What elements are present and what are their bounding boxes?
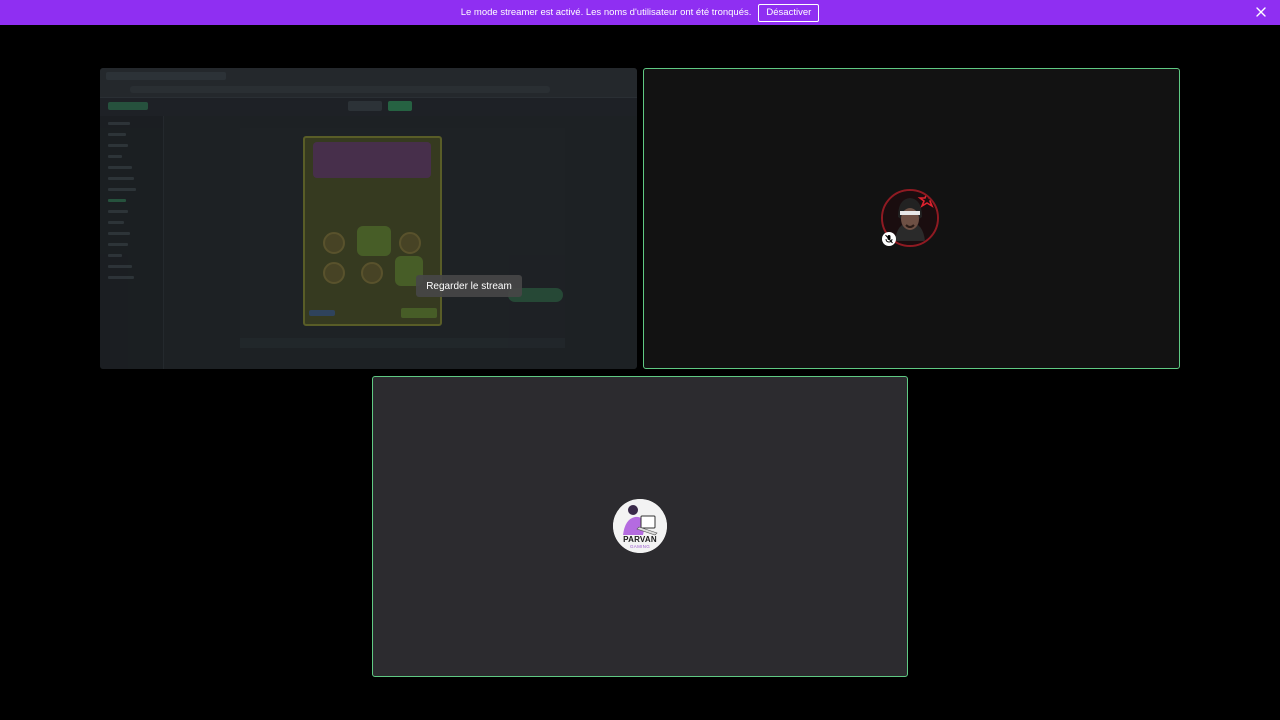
banner-close-button[interactable] xyxy=(1254,5,1268,19)
disable-streamer-mode-button[interactable]: Désactiver xyxy=(758,3,820,22)
streamer-mode-banner: Le mode streamer est activé. Les noms d'… xyxy=(0,0,1280,25)
banner-message: Le mode streamer est activé. Les noms d'… xyxy=(460,7,752,18)
close-icon xyxy=(1256,7,1266,17)
watch-stream-button[interactable]: Regarder le stream xyxy=(416,275,522,297)
participant-1-mute-badge xyxy=(882,232,896,246)
stream-preview xyxy=(100,68,637,369)
participant-2-avatar: PARVAN GAMING xyxy=(613,499,667,553)
microphone-muted-icon xyxy=(885,234,893,244)
avatar-caption-main: PARVAN xyxy=(623,535,657,544)
stream-tile[interactable]: Regarder le stream xyxy=(100,68,637,369)
avatar-caption-sub: GAMING xyxy=(629,544,651,549)
